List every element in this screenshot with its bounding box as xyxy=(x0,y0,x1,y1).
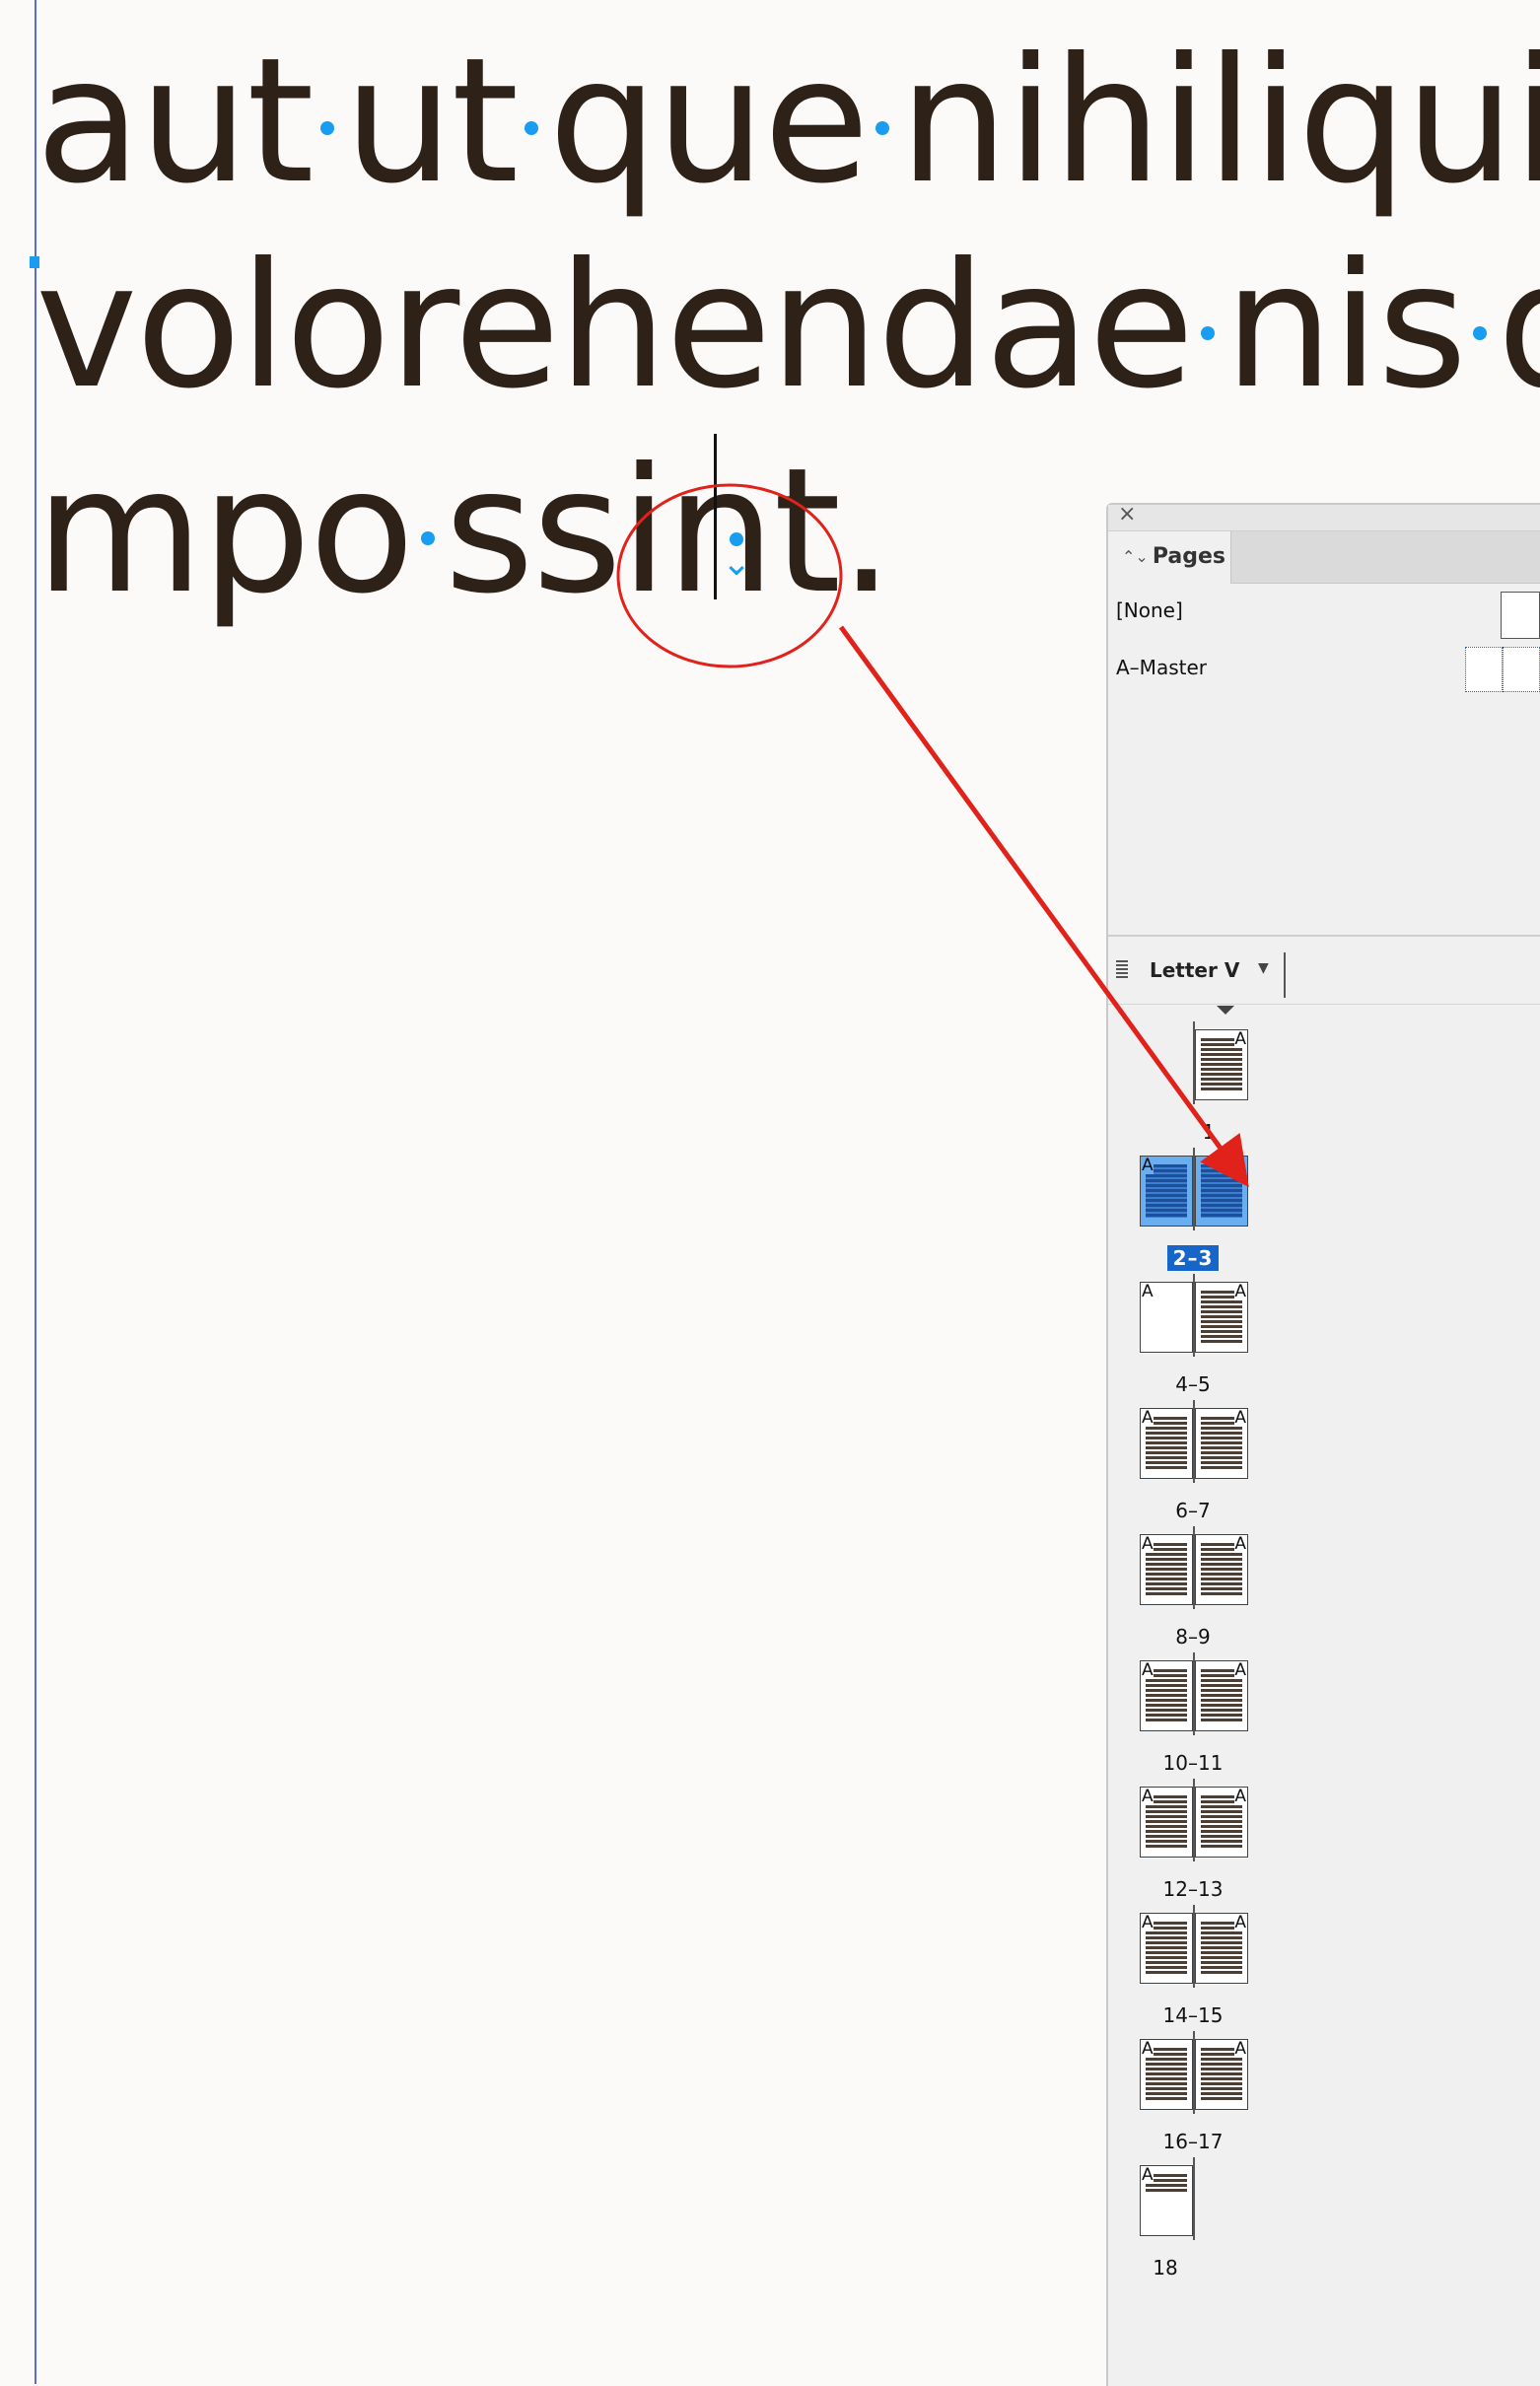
applied-master-letter: A xyxy=(1234,1156,1246,1175)
spread-spine xyxy=(1193,1526,1195,1609)
text-word: nis xyxy=(1224,227,1468,427)
page-thumbnail[interactable]: A xyxy=(1195,1660,1248,1731)
page-size-bar: Letter V ▼ xyxy=(1108,937,1540,1005)
spread-label: 2–3 xyxy=(1134,1245,1252,1271)
text-line-2: volorehendaenis dellau xyxy=(35,225,1540,430)
panel-tab-bar: ⌃⌄ Pages xyxy=(1108,531,1540,584)
page-thumbnail[interactable]: A xyxy=(1140,1660,1193,1731)
text-word: dellau xyxy=(1497,225,1540,430)
page-size-dropdown[interactable]: Letter V xyxy=(1150,958,1239,982)
page-thumbnail[interactable]: A xyxy=(1140,1156,1193,1227)
spread-spine xyxy=(1193,1652,1195,1735)
applied-master-letter: A xyxy=(1142,2039,1154,2059)
spread-spine xyxy=(1193,1274,1195,1357)
text-cursor xyxy=(714,434,717,599)
space-marker-icon xyxy=(1465,326,1497,386)
text-word: ssint. xyxy=(444,432,894,632)
spread-spine xyxy=(1193,1148,1195,1230)
spread-label: 8–9 xyxy=(1175,1625,1211,1649)
applied-master-letter: A xyxy=(1142,1282,1154,1301)
space-marker-icon xyxy=(517,121,548,180)
master-none[interactable]: [None] xyxy=(1116,598,1183,622)
pages-panel[interactable]: × ⌃⌄ Pages [None] A–Master Letter V ▼ A1A… xyxy=(1106,502,1540,2386)
master-a-master[interactable]: A–Master xyxy=(1116,656,1207,679)
applied-master-letter: A xyxy=(1234,1408,1246,1428)
applied-master-letter: A xyxy=(1234,1787,1246,1806)
spread-label: 12–13 xyxy=(1162,1877,1224,1901)
spread-label: 4–5 xyxy=(1175,1372,1211,1396)
text-line-1: aututquenihiliquicon xyxy=(35,20,1540,225)
spread-spine xyxy=(1193,1021,1195,1104)
applied-master-letter: A xyxy=(1234,1029,1246,1049)
applied-master-letter: A xyxy=(1234,1282,1246,1301)
expand-collapse-icon[interactable]: ⌃⌄ xyxy=(1122,531,1149,583)
page-thumbnail[interactable]: A xyxy=(1195,1408,1248,1479)
applied-master-letter: A xyxy=(1234,1660,1246,1680)
end-of-story-icon: ⌄ xyxy=(722,532,751,582)
applied-master-letter: A xyxy=(1142,1156,1154,1175)
spread-label: 16–17 xyxy=(1162,2130,1224,2153)
panel-title-bar[interactable]: × xyxy=(1108,502,1540,531)
text-word: aut xyxy=(35,22,315,222)
chevron-down-icon[interactable]: ▼ xyxy=(1258,960,1269,976)
spread-label: 1 xyxy=(1202,1120,1216,1144)
spread-label: 14–15 xyxy=(1162,2003,1224,2027)
applied-master-letter: A xyxy=(1142,1913,1154,1932)
space-marker-icon xyxy=(313,121,344,180)
page-thumbnail[interactable]: A xyxy=(1140,2165,1193,2236)
page-thumbnail[interactable]: A xyxy=(1195,1156,1248,1227)
tab-pages[interactable]: ⌃⌄ Pages xyxy=(1108,531,1231,584)
page-thumbnail[interactable]: A xyxy=(1140,2039,1193,2110)
page-thumbnail[interactable]: A xyxy=(1195,2039,1248,2110)
space-marker-icon xyxy=(413,531,445,591)
first-page-marker-icon xyxy=(1217,1006,1234,1015)
toolbar-separator xyxy=(1284,952,1286,998)
applied-master-letter: A xyxy=(1142,1660,1154,1680)
spread-spine xyxy=(1193,1779,1195,1861)
applied-master-letter: A xyxy=(1142,2165,1154,2185)
page-thumbnail[interactable]: A xyxy=(1195,1534,1248,1605)
page-thumbnail[interactable]: A xyxy=(1140,1408,1193,1479)
space-marker-icon xyxy=(1193,326,1225,386)
text-word: volorehendae xyxy=(35,227,1195,427)
page-thumbnail[interactable]: A xyxy=(1140,1787,1193,1858)
applied-master-letter: A xyxy=(1142,1408,1154,1428)
space-marker-icon xyxy=(868,121,899,180)
spread-spine xyxy=(1193,1905,1195,1988)
spread-label: 6–7 xyxy=(1175,1499,1211,1522)
master-none-thumbnail[interactable] xyxy=(1501,592,1540,639)
applied-master-letter: A xyxy=(1234,1913,1246,1932)
applied-master-letter: A xyxy=(1142,1534,1154,1554)
panel-menu-icon[interactable] xyxy=(1116,960,1128,978)
spread-label: 10–11 xyxy=(1162,1751,1224,1775)
page-thumbnail[interactable]: A xyxy=(1195,1282,1248,1353)
master-a-thumbnail[interactable] xyxy=(1465,647,1540,692)
spread-spine xyxy=(1193,1400,1195,1483)
page-thumbnail[interactable]: A xyxy=(1195,1913,1248,1984)
applied-master-letter: A xyxy=(1234,2039,1246,2059)
spread-label: 18 xyxy=(1153,2256,1178,2280)
spread-spine xyxy=(1193,2157,1195,2240)
page-thumbnail[interactable]: A xyxy=(1140,1913,1193,1984)
applied-master-letter: A xyxy=(1142,1787,1154,1806)
page-thumbnail[interactable]: A xyxy=(1140,1534,1193,1605)
text-word: ut xyxy=(343,22,520,222)
text-word: mpo xyxy=(35,432,415,632)
text-word: nihiliqui xyxy=(898,22,1540,222)
page-thumbnail[interactable]: A xyxy=(1195,1029,1248,1100)
text-word: que xyxy=(548,22,870,222)
applied-master-letter: A xyxy=(1234,1534,1246,1554)
page-thumbnail[interactable]: A xyxy=(1195,1787,1248,1858)
close-icon[interactable]: × xyxy=(1118,502,1136,526)
spread-spine xyxy=(1193,2031,1195,2114)
page-thumbnail[interactable]: A xyxy=(1140,1282,1193,1353)
